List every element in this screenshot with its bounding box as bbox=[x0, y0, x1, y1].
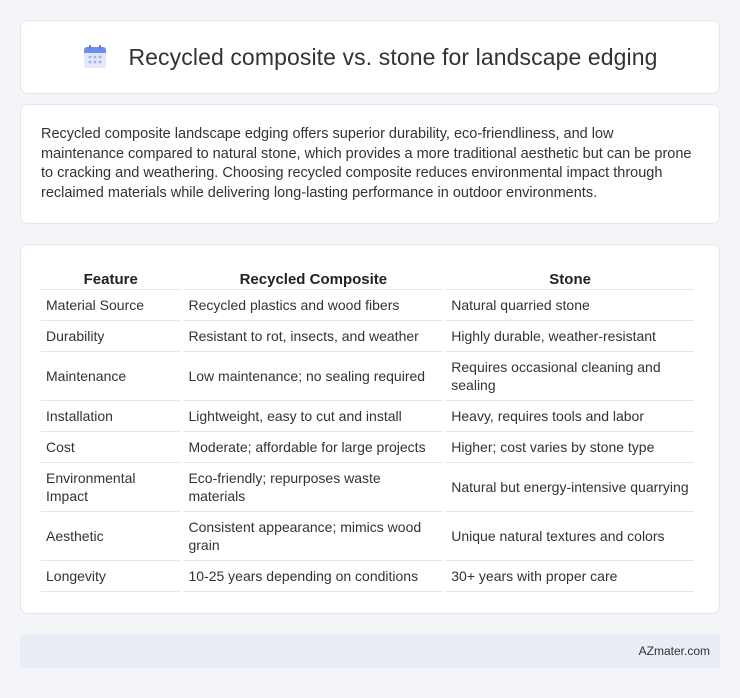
intro-card: Recycled composite landscape edging offe… bbox=[20, 104, 720, 224]
feature-cell: Installation bbox=[41, 401, 181, 432]
table-row: Installation Lightweight, easy to cut an… bbox=[41, 401, 694, 432]
composite-cell: Consistent appearance; mimics wood grain bbox=[183, 512, 444, 561]
table-row: Durability Resistant to rot, insects, an… bbox=[41, 321, 694, 352]
composite-cell: Moderate; affordable for large projects bbox=[183, 432, 444, 463]
stone-cell: Unique natural textures and colors bbox=[446, 512, 694, 561]
stone-cell: Highly durable, weather-resistant bbox=[446, 321, 694, 352]
table-row: Cost Moderate; affordable for large proj… bbox=[41, 432, 694, 463]
composite-cell: Low maintenance; no sealing required bbox=[183, 352, 444, 401]
table-row: Longevity 10-25 years depending on condi… bbox=[41, 561, 694, 592]
stone-cell: Higher; cost varies by stone type bbox=[446, 432, 694, 463]
feature-cell: Material Source bbox=[41, 290, 181, 321]
stone-cell: Requires occasional cleaning and sealing bbox=[446, 352, 694, 401]
composite-cell: Recycled plastics and wood fibers bbox=[183, 290, 444, 321]
table-row: Maintenance Low maintenance; no sealing … bbox=[41, 352, 694, 401]
feature-cell: Environmental Impact bbox=[41, 463, 181, 512]
comparison-table: Feature Recycled Composite Stone Materia… bbox=[38, 265, 697, 592]
header-recycled-composite: Recycled Composite bbox=[183, 265, 444, 290]
composite-cell: Resistant to rot, insects, and weather bbox=[183, 321, 444, 352]
page-title: Recycled composite vs. stone for landsca… bbox=[128, 43, 658, 70]
feature-cell: Durability bbox=[41, 321, 181, 352]
stone-cell: Heavy, requires tools and labor bbox=[446, 401, 694, 432]
table-row: Material Source Recycled plastics and wo… bbox=[41, 290, 694, 321]
composite-cell: 10-25 years depending on conditions bbox=[183, 561, 444, 592]
header-stone: Stone bbox=[446, 265, 694, 290]
table-row: Aesthetic Consistent appearance; mimics … bbox=[41, 512, 694, 561]
composite-cell: Lightweight, easy to cut and install bbox=[183, 401, 444, 432]
header-feature: Feature bbox=[41, 265, 181, 290]
comparison-card: Feature Recycled Composite Stone Materia… bbox=[20, 244, 720, 614]
feature-cell: Cost bbox=[41, 432, 181, 463]
stone-cell: 30+ years with proper care bbox=[446, 561, 694, 592]
table-row: Environmental Impact Eco-friendly; repur… bbox=[41, 463, 694, 512]
footer-bar: AZmater.com bbox=[20, 634, 720, 668]
stone-cell: Natural quarried stone bbox=[446, 290, 694, 321]
stone-cell: Natural but energy-intensive quarrying bbox=[446, 463, 694, 512]
intro-text: Recycled composite landscape edging offe… bbox=[41, 126, 692, 201]
table-header-row: Feature Recycled Composite Stone bbox=[41, 265, 694, 290]
feature-cell: Longevity bbox=[41, 561, 181, 592]
feature-cell: Aesthetic bbox=[41, 512, 181, 561]
footer-brand: AZmater.com bbox=[638, 644, 710, 658]
composite-cell: Eco-friendly; repurposes waste materials bbox=[183, 463, 444, 512]
feature-cell: Maintenance bbox=[41, 352, 181, 401]
title-card: Recycled composite vs. stone for landsca… bbox=[20, 20, 720, 94]
calendar-icon bbox=[84, 45, 107, 68]
